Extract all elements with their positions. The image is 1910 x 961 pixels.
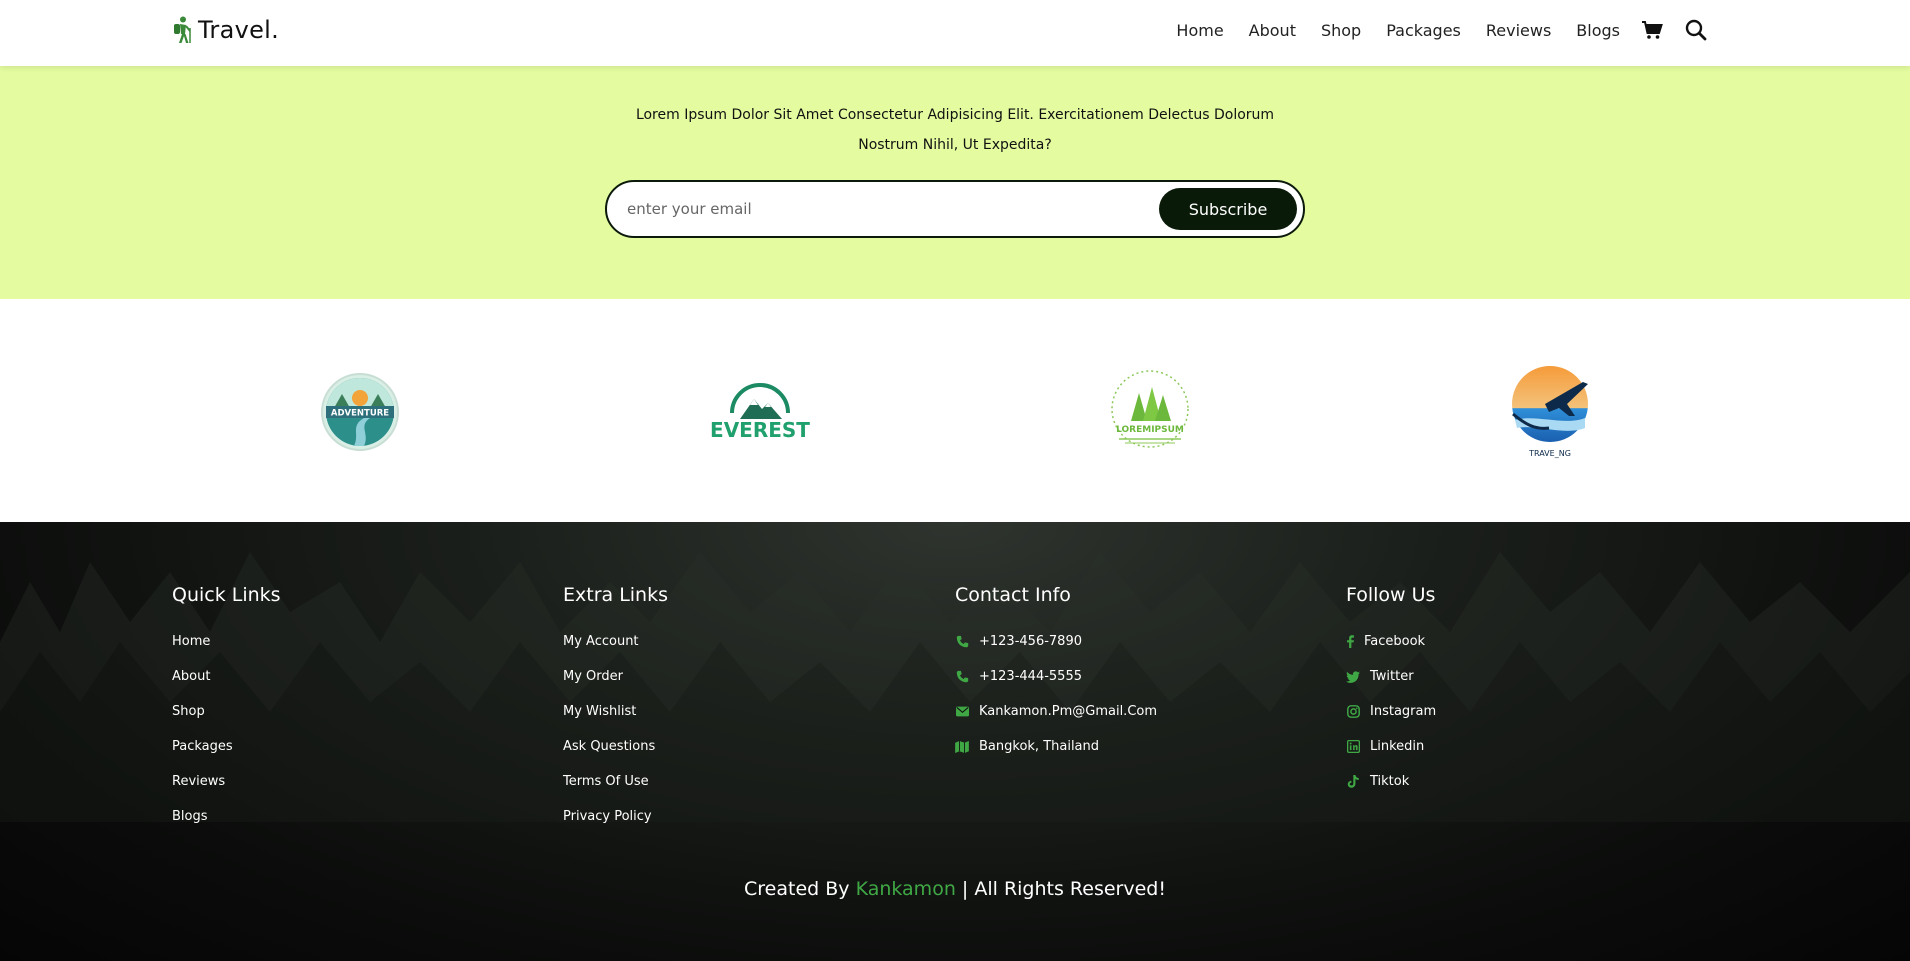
main-nav: Home About Shop Packages Reviews Blogs [1176, 18, 1708, 42]
extra-link-my-wishlist[interactable]: My Wishlist [563, 694, 668, 729]
social-facebook[interactable]: Facebook [1346, 624, 1436, 659]
instagram-icon [1346, 705, 1360, 719]
extra-links-title: Extra Links [563, 584, 669, 606]
quick-link-about[interactable]: About [172, 659, 281, 694]
site-header: Travel. Home About Shop Packages Reviews… [0, 0, 1910, 66]
envelope-icon [955, 705, 969, 719]
logo[interactable]: Travel. [172, 16, 279, 44]
social-twitter-label: Twitter [1370, 669, 1414, 684]
newsletter-form: Subscribe [605, 180, 1305, 238]
contact-phone-1[interactable]: +123-456-7890 [955, 624, 1157, 659]
social-tiktok[interactable]: Tiktok [1346, 764, 1436, 799]
quick-links-title: Quick Links [172, 584, 281, 606]
extra-link-my-order[interactable]: My Order [563, 659, 668, 694]
quick-link-home[interactable]: Home [172, 624, 281, 659]
nav-home[interactable]: Home [1176, 21, 1223, 40]
credit-prefix: Created By [744, 878, 856, 900]
social-instagram-label: Instagram [1370, 704, 1437, 719]
nav-shop[interactable]: Shop [1321, 21, 1361, 40]
loremipsum-logo-text: LOREMIPSUM [1116, 425, 1184, 435]
social-tiktok-label: Tiktok [1370, 774, 1410, 789]
social-linkedin-label: Linkedin [1370, 739, 1425, 754]
everest-logo-text: EVEREST [710, 418, 810, 442]
credit-suffix: | All Rights Reserved! [955, 878, 1166, 900]
contact-info-column: Contact Info +123-456-7890 +123-444-5555… [955, 584, 1157, 764]
contact-phone-1-text: +123-456-7890 [979, 634, 1082, 649]
map-icon [955, 740, 969, 754]
contact-info-title: Contact Info [955, 584, 1071, 606]
nav-about[interactable]: About [1249, 21, 1296, 40]
quick-link-packages[interactable]: Packages [172, 729, 281, 764]
everest-logo: EVEREST [705, 367, 815, 457]
email-input[interactable] [627, 196, 1127, 222]
quick-link-shop[interactable]: Shop [172, 694, 281, 729]
contact-email[interactable]: Kankamon.Pm@Gmail.Com [955, 694, 1157, 729]
traveling-logo: TRAVE_NG [1500, 366, 1600, 458]
logo-text: Travel. [198, 16, 280, 44]
nav-blogs[interactable]: Blogs [1576, 21, 1620, 40]
newsletter-text: Lorem Ipsum Dolor Sit Amet Consectetur A… [635, 107, 1275, 153]
subscribe-button[interactable]: Subscribe [1159, 188, 1297, 230]
phone-icon [955, 635, 969, 649]
follow-us-column: Follow Us Facebook Twitter Instagram Lin… [1346, 584, 1436, 799]
social-linkedin[interactable]: Linkedin [1346, 729, 1436, 764]
quick-link-blogs[interactable]: Blogs [172, 799, 281, 834]
facebook-icon [1346, 635, 1354, 649]
contact-address-text: Bangkok, Thailand [979, 739, 1100, 754]
social-twitter[interactable]: Twitter [1346, 659, 1436, 694]
footer-credit: Created By Kankamon | All Rights Reserve… [0, 878, 1910, 900]
extra-link-my-account[interactable]: My Account [563, 624, 668, 659]
hiker-icon [174, 16, 191, 43]
social-facebook-label: Facebook [1364, 634, 1426, 649]
site-footer: Quick Links Home About Shop Packages Rev… [0, 522, 1910, 961]
traveling-logo-text: TRAVE_NG [1528, 449, 1571, 458]
brands-section: ADVENTURE EVEREST LOREMIPSUM TRAVE_NG [0, 299, 1910, 522]
contact-address[interactable]: Bangkok, Thailand [955, 729, 1157, 764]
cart-icon[interactable] [1640, 18, 1664, 42]
quick-links-column: Quick Links Home About Shop Packages Rev… [172, 584, 281, 834]
search-icon[interactable] [1684, 18, 1708, 42]
extra-link-ask-questions[interactable]: Ask Questions [563, 729, 668, 764]
twitter-icon [1346, 670, 1360, 684]
adventure-logo-text: ADVENTURE [331, 409, 389, 419]
loremipsum-logo: LOREMIPSUM [1100, 367, 1200, 457]
newsletter-section: Lorem Ipsum Dolor Sit Amet Consectetur A… [0, 66, 1910, 299]
contact-email-text: Kankamon.Pm@Gmail.Com [979, 704, 1158, 719]
tiktok-icon [1346, 775, 1360, 789]
contact-phone-2[interactable]: +123-444-5555 [955, 659, 1157, 694]
social-instagram[interactable]: Instagram [1346, 694, 1436, 729]
contact-phone-2-text: +123-444-5555 [979, 669, 1082, 684]
extra-link-terms-of-use[interactable]: Terms Of Use [563, 764, 668, 799]
phone-icon [955, 670, 969, 684]
linkedin-icon [1346, 740, 1360, 754]
quick-link-reviews[interactable]: Reviews [172, 764, 281, 799]
extra-link-privacy-policy[interactable]: Privacy Policy [563, 799, 668, 834]
credit-author[interactable]: Kankamon [856, 878, 956, 900]
extra-links-column: Extra Links My Account My Order My Wishl… [563, 584, 668, 834]
nav-packages[interactable]: Packages [1386, 21, 1461, 40]
adventure-logo: ADVENTURE [310, 367, 410, 457]
nav-reviews[interactable]: Reviews [1486, 21, 1551, 40]
follow-us-title: Follow Us [1346, 584, 1436, 606]
